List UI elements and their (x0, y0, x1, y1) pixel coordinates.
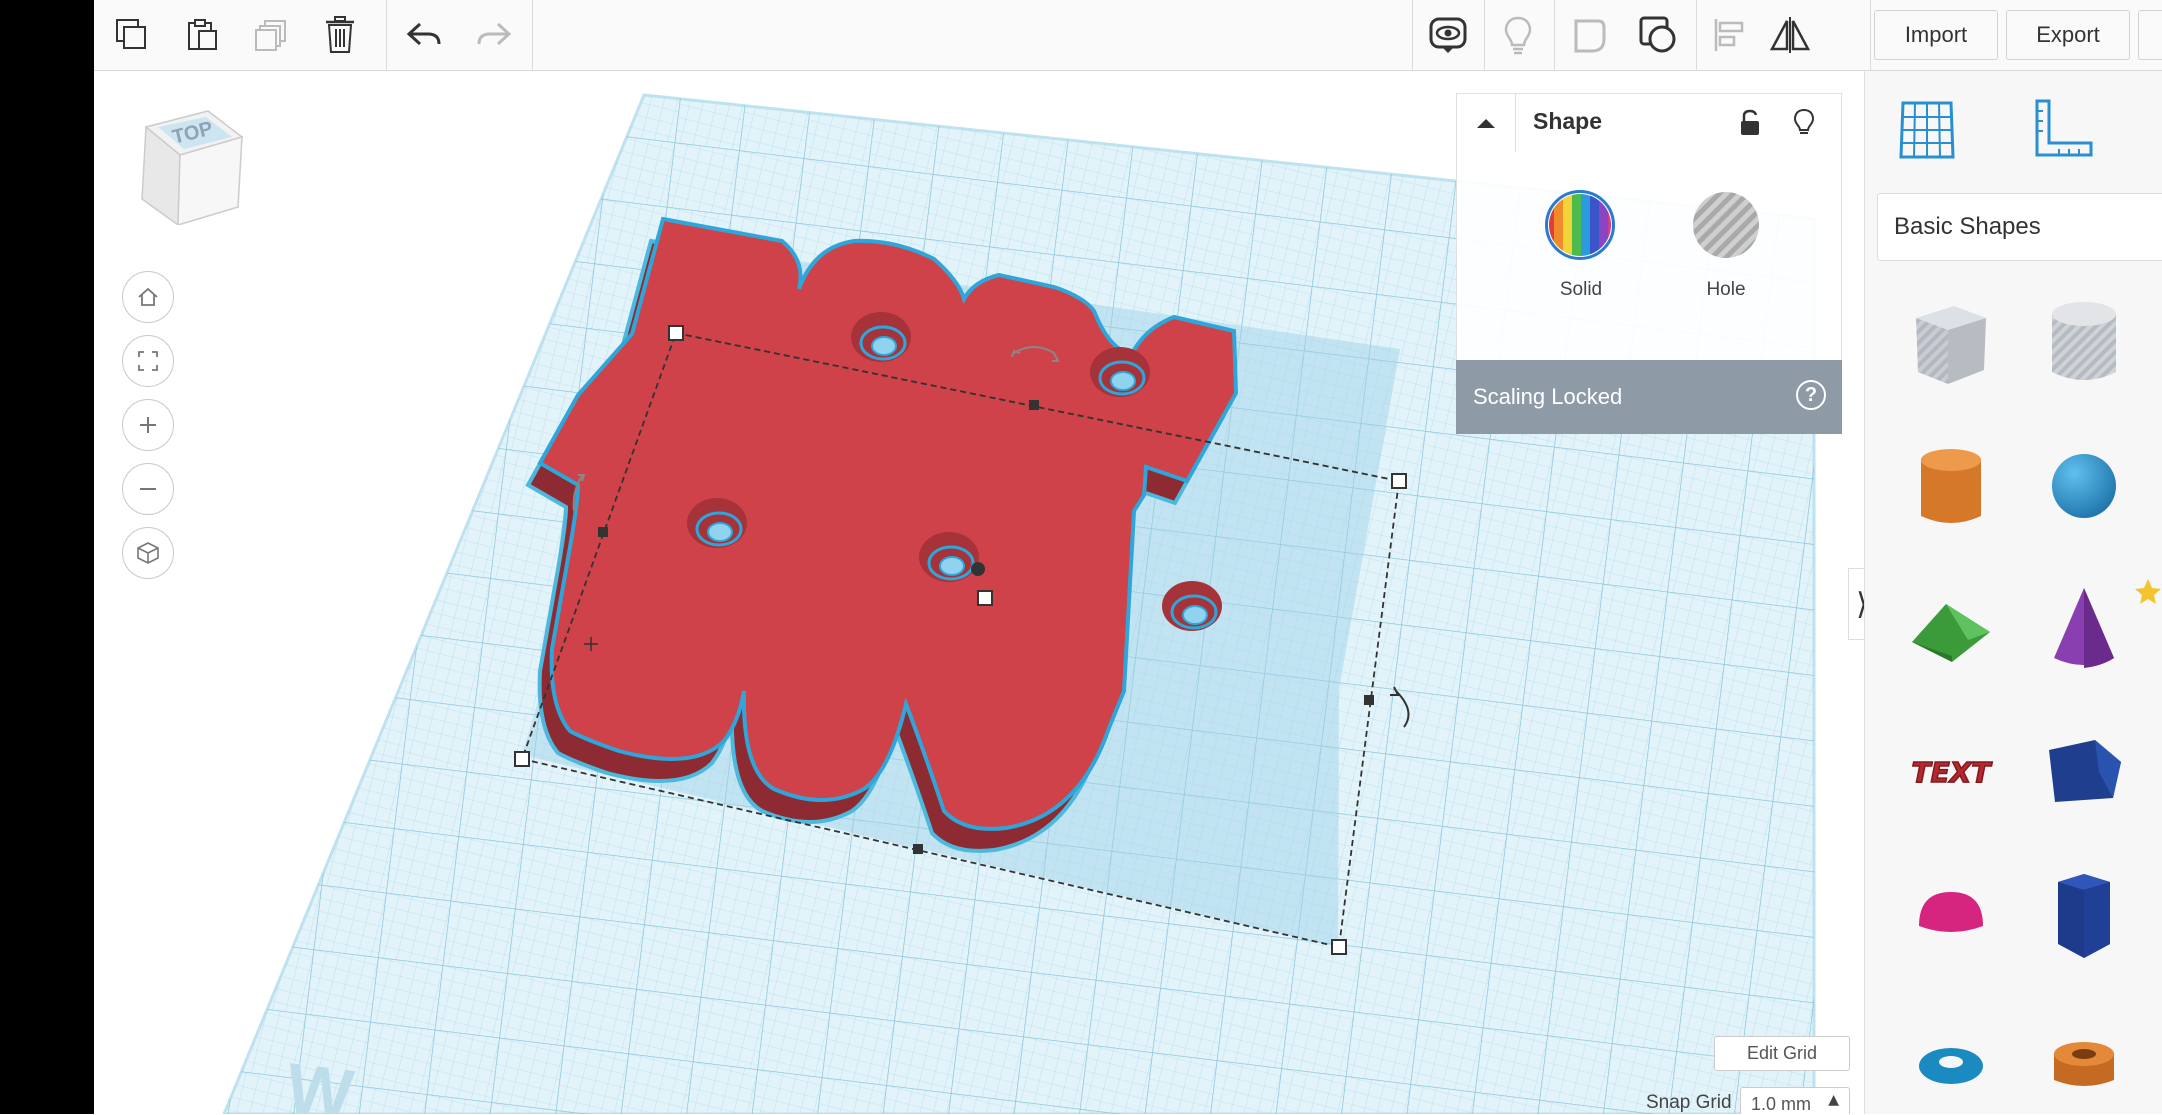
solid-label: Solid (1559, 279, 1603, 300)
hexagonal-prism-shape[interactable] (2029, 861, 2139, 971)
group-icon[interactable] (1566, 12, 1614, 58)
home-icon (138, 287, 158, 306)
tube-shape[interactable] (2029, 1005, 2139, 1115)
edge-handle (598, 527, 608, 537)
mirror-icon[interactable] (1766, 12, 1814, 58)
snap-grid-label: Snap Grid (1646, 1092, 1732, 1113)
torus-shape[interactable] (1896, 1005, 2006, 1115)
toolbar-divider (532, 0, 533, 70)
duplicate-icon[interactable] (248, 12, 296, 58)
help-icon[interactable]: ? (1796, 380, 1826, 410)
snap-grid-value: 1.0 mm (1751, 1094, 1812, 1114)
paste-icon[interactable] (178, 12, 226, 58)
corner-handle (1391, 473, 1407, 489)
fit-all-button[interactable] (122, 335, 174, 387)
fit-icon (138, 351, 158, 371)
svg-text:W: W (282, 1048, 357, 1114)
toolbar-divider (1870, 0, 1871, 70)
category-dropdown[interactable]: Basic Shapes (1877, 193, 2162, 261)
inspector-header: Shape (1456, 93, 1842, 153)
elevation-handle (971, 562, 985, 576)
ungroup-icon[interactable] (1634, 12, 1682, 58)
toolbar-divider (386, 0, 387, 70)
edge-handle (1029, 400, 1039, 410)
inspector-body: Solid Hole (1456, 152, 1842, 360)
perspective-button[interactable] (122, 527, 174, 579)
corner-handle (514, 751, 530, 767)
cylinder-shape[interactable] (1896, 431, 2006, 541)
lightbulb-icon[interactable] (1793, 108, 1815, 142)
workplane-icon[interactable] (1895, 97, 1959, 165)
star-icon (2133, 577, 2162, 611)
roof-shape[interactable] (1896, 575, 2006, 685)
cone-shape[interactable] (2029, 575, 2139, 685)
import-button[interactable]: Import (1874, 10, 1998, 60)
collapse-button[interactable] (1457, 94, 1516, 152)
toolbar-divider (1696, 0, 1697, 70)
height-handle (977, 590, 993, 606)
shapes-library: Basic Shapes TEXT (1864, 71, 2162, 1114)
text-shape[interactable]: TEXT (1896, 717, 2006, 827)
chevron-up-icon (1477, 119, 1495, 128)
shape-inspector: Shape Solid Hole Scaling Locked ? (1456, 93, 1842, 434)
zoom-in-button[interactable] (122, 399, 174, 451)
plus-icon (140, 417, 156, 433)
lightbulb-icon[interactable] (1494, 12, 1542, 58)
export-button[interactable]: Export (2006, 10, 2130, 60)
text-shape-label: TEXT (1912, 756, 1993, 789)
polygon-shape[interactable] (2029, 717, 2139, 827)
edit-grid-button[interactable]: Edit Grid (1714, 1036, 1850, 1071)
toolbar-divider (1554, 0, 1555, 70)
copy-icon[interactable] (108, 12, 156, 58)
corner-handle (668, 325, 684, 341)
cylinder-hole-shape[interactable] (2029, 289, 2139, 399)
scaling-locked-bar: Scaling Locked ? (1456, 360, 1842, 434)
align-icon[interactable] (1706, 12, 1754, 58)
scaling-locked-text: Scaling Locked (1473, 384, 1623, 409)
minus-icon (140, 488, 156, 490)
half-sphere-shape[interactable] (1896, 861, 2006, 971)
library-view-icons (1865, 71, 2162, 191)
box-hole-shape[interactable] (1896, 289, 2006, 399)
category-label: Basic Shapes (1894, 213, 2041, 240)
sphere-shape[interactable] (2029, 431, 2139, 541)
screen-edge (0, 0, 94, 1114)
send-to-button[interactable] (2138, 10, 2162, 60)
undo-icon[interactable] (400, 12, 448, 58)
tinkercad-editor: Import Export W TOP Shape Solid Hole Sca… (94, 0, 2162, 1114)
workplane-viewport[interactable]: W TOP Shape Solid Hole Scaling Locked ? … (94, 71, 1864, 1114)
toolbar-divider (1484, 0, 1485, 70)
show-all-icon[interactable] (1424, 12, 1472, 58)
edge-handle (913, 844, 923, 854)
corner-handle (1331, 939, 1347, 955)
toolbar-divider (1412, 0, 1413, 70)
home-view-button[interactable] (122, 271, 174, 323)
cube-icon (137, 542, 159, 564)
redo-icon[interactable] (470, 12, 518, 58)
ruler-icon[interactable] (2031, 97, 2095, 165)
edge-handle (1364, 695, 1374, 705)
view-cube[interactable]: TOP (132, 105, 252, 229)
caret-up-icon: ▲ (1828, 1092, 1839, 1108)
delete-icon[interactable] (316, 12, 364, 58)
inspector-title: Shape (1533, 108, 1603, 134)
zoom-out-button[interactable] (122, 463, 174, 515)
lock-icon[interactable] (1739, 109, 1761, 141)
snap-grid-select[interactable]: 1.0 mm ▲ (1740, 1087, 1850, 1114)
hole-label: Hole (1706, 279, 1746, 300)
toolbar: Import Export (94, 0, 2162, 71)
solid-color-swatch[interactable] (1545, 190, 1615, 260)
hole-swatch[interactable] (1691, 190, 1761, 260)
